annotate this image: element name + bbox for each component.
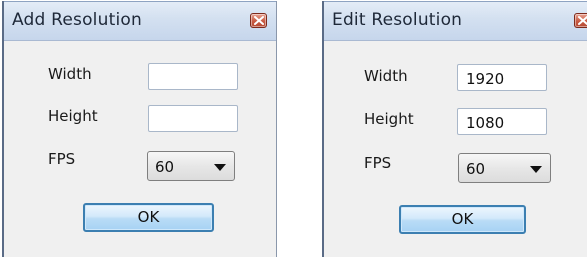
add-height-input[interactable] bbox=[148, 105, 238, 132]
add-ok-button[interactable]: OK bbox=[83, 203, 214, 232]
edit-dialog-title: Edit Resolution bbox=[332, 10, 463, 30]
chevron-down-icon bbox=[214, 164, 226, 171]
add-height-label: Height bbox=[48, 107, 98, 125]
edit-dialog-close-button[interactable] bbox=[574, 13, 587, 28]
add-dialog-titlebar[interactable]: Add Resolution bbox=[4, 1, 276, 41]
edit-ok-button[interactable]: OK bbox=[399, 205, 526, 234]
edit-fps-selected-value: 60 bbox=[466, 160, 486, 178]
close-icon bbox=[254, 16, 264, 25]
add-resolution-dialog: Add Resolution Width Height FPS 60 OK bbox=[2, 1, 277, 257]
add-fps-selected-value: 60 bbox=[155, 158, 175, 176]
edit-dialog-titlebar[interactable]: Edit Resolution bbox=[324, 1, 587, 41]
close-icon bbox=[578, 16, 587, 25]
edit-height-label: Height bbox=[364, 110, 414, 128]
add-dialog-title: Add Resolution bbox=[12, 10, 142, 30]
edit-resolution-dialog: Edit Resolution Width 1920 Height 1080 F… bbox=[322, 1, 587, 257]
chevron-down-icon bbox=[530, 166, 542, 173]
edit-width-input[interactable]: 1920 bbox=[457, 64, 547, 91]
add-width-label: Width bbox=[48, 65, 92, 83]
edit-height-input[interactable]: 1080 bbox=[457, 108, 547, 135]
edit-fps-select[interactable]: 60 bbox=[458, 153, 551, 183]
add-dialog-close-button[interactable] bbox=[250, 13, 267, 28]
edit-fps-label: FPS bbox=[364, 154, 392, 172]
add-fps-select[interactable]: 60 bbox=[147, 151, 235, 181]
add-fps-label: FPS bbox=[48, 150, 76, 168]
screenshot-stage: Add Resolution Width Height FPS 60 OK Ed… bbox=[0, 0, 587, 257]
add-width-input[interactable] bbox=[148, 63, 238, 90]
edit-width-label: Width bbox=[364, 67, 408, 85]
